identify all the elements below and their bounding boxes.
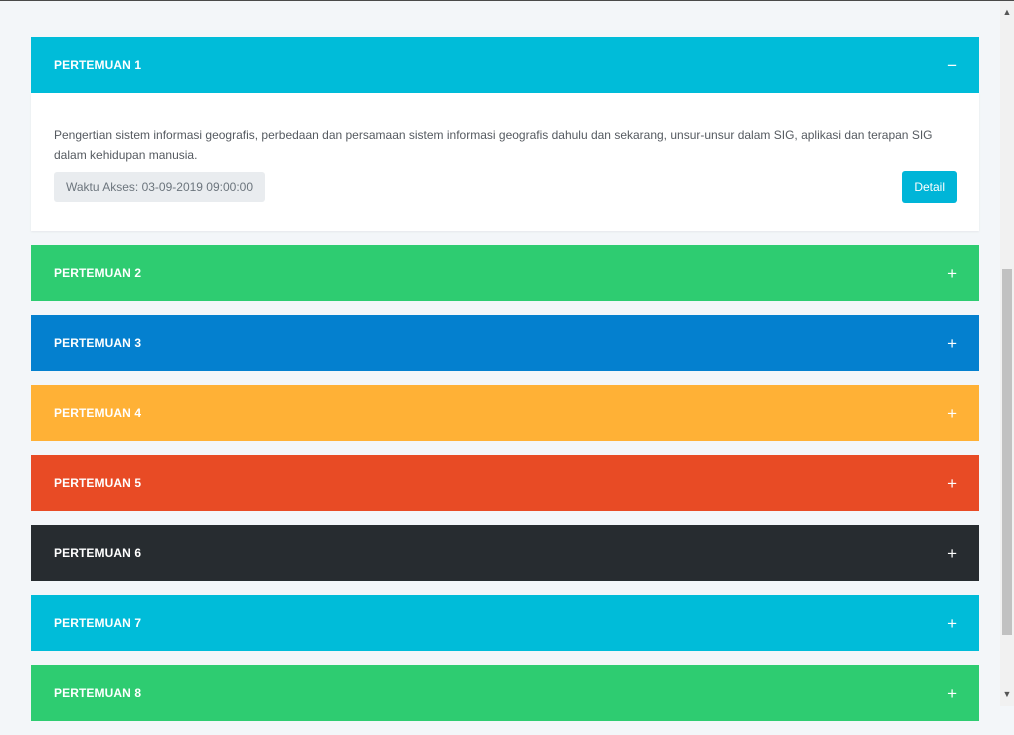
meeting-panel-8-header[interactable]: PERTEMUAN 8 +	[31, 665, 979, 721]
meeting-panel-2-header[interactable]: PERTEMUAN 2 +	[31, 245, 979, 301]
expand-icon[interactable]: +	[947, 265, 957, 282]
meeting-panel-4: PERTEMUAN 4 +	[31, 385, 979, 441]
scroll-down-icon[interactable]: ▼	[1000, 687, 1014, 701]
meeting-panel-7-title: PERTEMUAN 7	[54, 616, 142, 630]
meeting-panel-2: PERTEMUAN 2 +	[31, 245, 979, 301]
expand-icon[interactable]: +	[947, 335, 957, 352]
meeting-panel-3-title: PERTEMUAN 3	[54, 336, 142, 350]
top-border	[0, 0, 1014, 1]
access-time-badge: Waktu Akses: 03-09-2019 09:00:00	[54, 172, 266, 202]
expand-icon[interactable]: +	[947, 685, 957, 702]
meeting-panel-7-header[interactable]: PERTEMUAN 7 +	[31, 595, 979, 651]
meeting-panel-6: PERTEMUAN 6 +	[31, 525, 979, 581]
meeting-panel-2-title: PERTEMUAN 2	[54, 266, 142, 280]
meeting-panel-7: PERTEMUAN 7 +	[31, 595, 979, 651]
meeting-panel-1-body: Pengertian sistem informasi geografis, p…	[31, 93, 979, 231]
collapse-icon[interactable]: −	[947, 57, 957, 74]
meeting-panel-6-title: PERTEMUAN 6	[54, 546, 142, 560]
meeting-panel-8: PERTEMUAN 8 +	[31, 665, 979, 721]
meeting-accordion: PERTEMUAN 1 − Pengertian sistem informas…	[31, 37, 979, 735]
meeting-panel-6-header[interactable]: PERTEMUAN 6 +	[31, 525, 979, 581]
meeting-panel-1-footer: Waktu Akses: 03-09-2019 09:00:00 Detail	[54, 171, 957, 203]
meeting-panel-5-header[interactable]: PERTEMUAN 5 +	[31, 455, 979, 511]
meeting-panel-8-title: PERTEMUAN 8	[54, 686, 142, 700]
vertical-scrollbar[interactable]: ▲ ▼	[1000, 1, 1014, 706]
scroll-up-icon[interactable]: ▲	[1000, 5, 1014, 19]
meeting-panel-1-title: PERTEMUAN 1	[54, 58, 142, 72]
meeting-panel-5-title: PERTEMUAN 5	[54, 476, 142, 490]
meeting-panel-5: PERTEMUAN 5 +	[31, 455, 979, 511]
meeting-panel-4-header[interactable]: PERTEMUAN 4 +	[31, 385, 979, 441]
meeting-panel-3: PERTEMUAN 3 +	[31, 315, 979, 371]
meeting-panel-1: PERTEMUAN 1 − Pengertian sistem informas…	[31, 37, 979, 231]
expand-icon[interactable]: +	[947, 615, 957, 632]
meeting-panel-1-header[interactable]: PERTEMUAN 1 −	[31, 37, 979, 93]
expand-icon[interactable]: +	[947, 545, 957, 562]
scrollbar-thumb[interactable]	[1002, 269, 1012, 635]
meeting-panel-4-title: PERTEMUAN 4	[54, 406, 142, 420]
meeting-description: Pengertian sistem informasi geografis, p…	[54, 128, 933, 162]
expand-icon[interactable]: +	[947, 405, 957, 422]
meeting-panel-3-header[interactable]: PERTEMUAN 3 +	[31, 315, 979, 371]
expand-icon[interactable]: +	[947, 475, 957, 492]
detail-button[interactable]: Detail	[902, 171, 957, 203]
